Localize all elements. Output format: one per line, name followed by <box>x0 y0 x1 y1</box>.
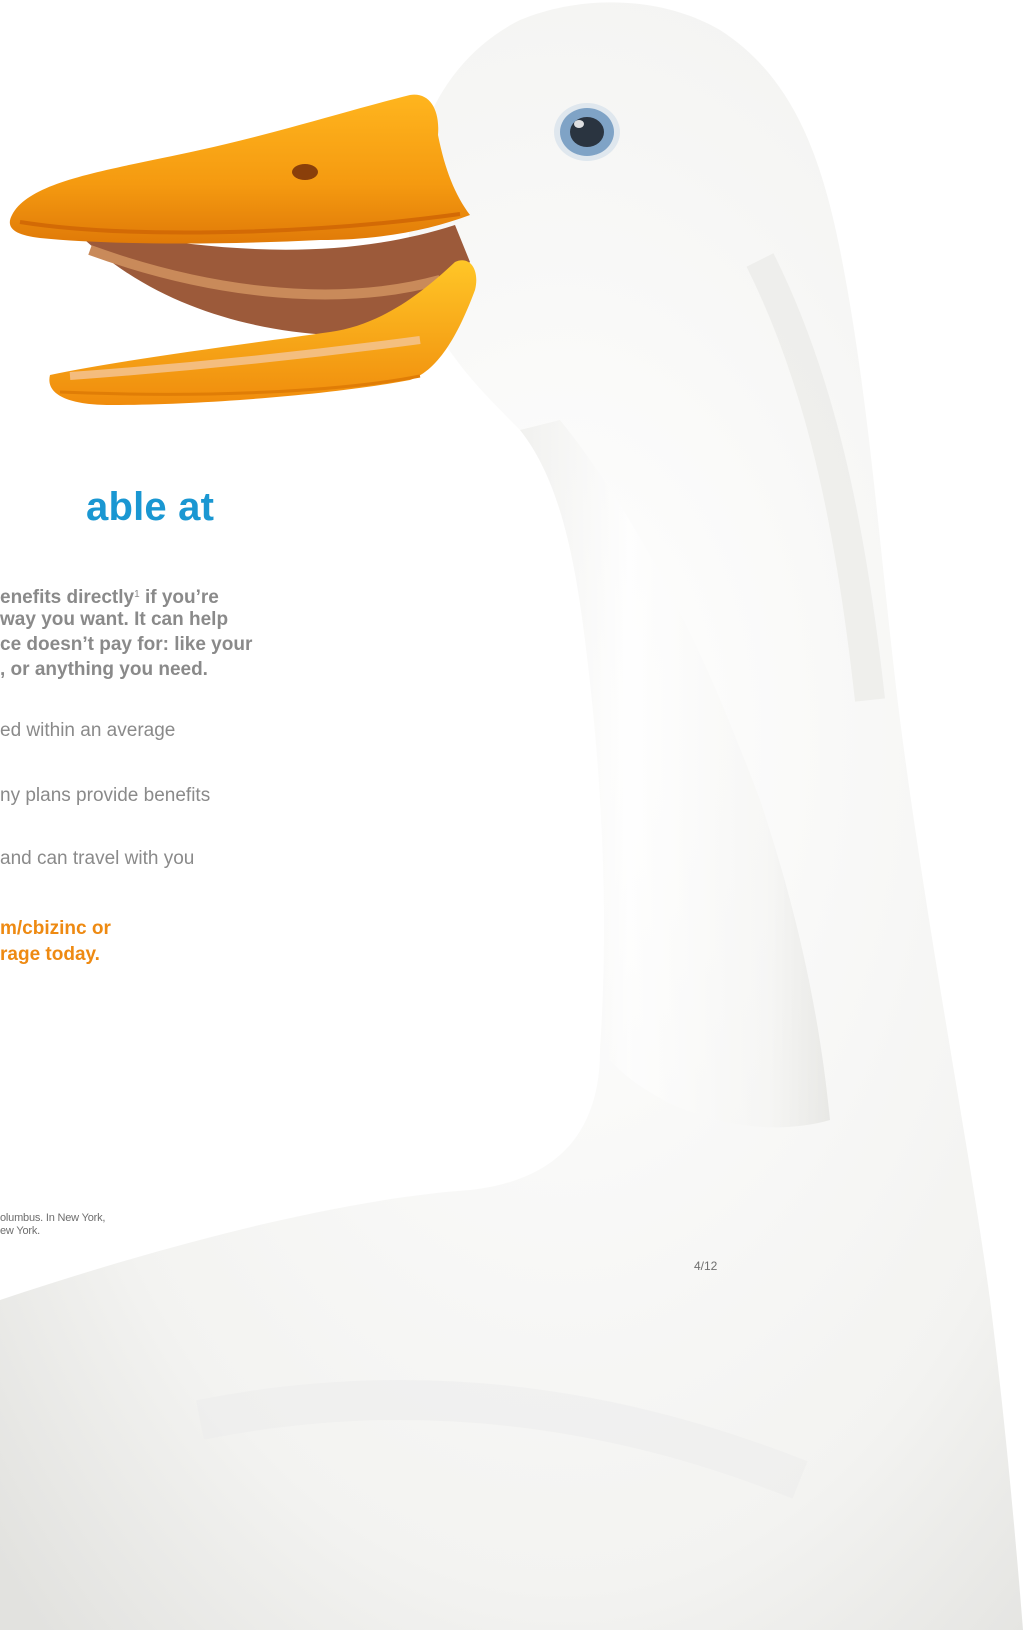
intro-line-2: way you want. It can help <box>0 609 229 630</box>
section-heading: able at <box>86 485 215 529</box>
intro-line-4: , or anything you need. <box>0 659 208 680</box>
intro-line-1: enefits directly1 if you’re <box>0 582 219 610</box>
fineprint-line-2: ew York. <box>0 1225 40 1237</box>
benefit-bullet: ny plans provide benefits <box>0 785 211 806</box>
document-code: 4/12 <box>694 1259 718 1273</box>
benefit-bullet: and can travel with you <box>0 848 195 869</box>
benefit-bullet: ed within an average <box>0 720 176 741</box>
cta-line-2: rage today. <box>0 944 100 965</box>
duck-illustration <box>0 2 1023 1630</box>
fineprint-line-1: olumbus. In New York, <box>0 1212 106 1224</box>
flyer-page: able at enefits directly1 if you’re way … <box>0 0 1023 1630</box>
intro-line-1-text: enefits directly <box>0 587 135 608</box>
intro-line-1-tail: if you’re <box>139 587 219 608</box>
intro-line-3: ce doesn’t pay for: like your <box>0 634 253 655</box>
cta-line-1: m/cbizinc or <box>0 918 111 939</box>
